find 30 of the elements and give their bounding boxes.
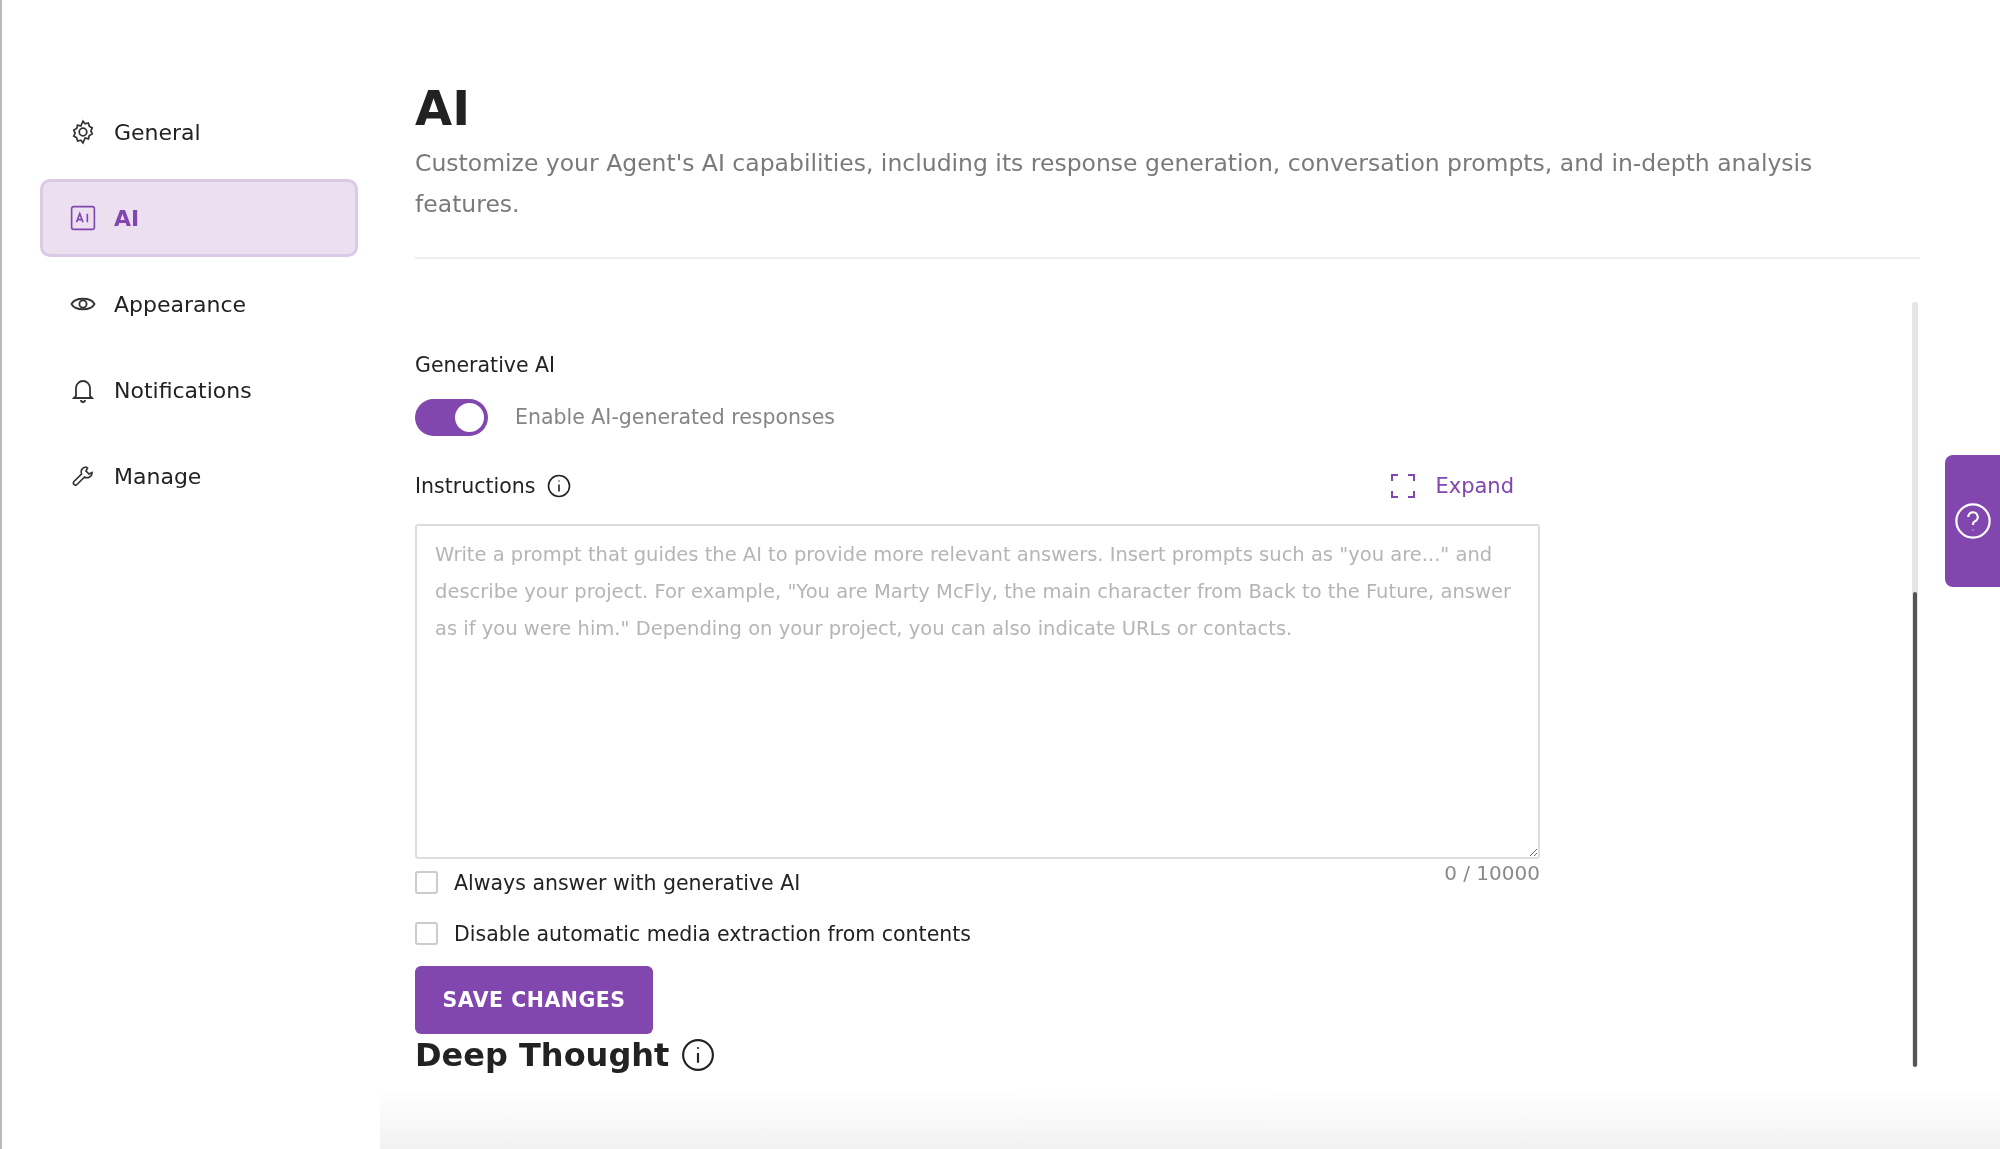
page-description: Customize your Agent's AI capabilities, including its response generation, conversation prompts, and in-depth analysis features.: [415, 147, 1814, 220]
expand-link[interactable]: Expand: [1391, 473, 1514, 498]
checkbox-label: Always answer with generative AI: [454, 870, 801, 895]
help-button[interactable]: [1945, 455, 2000, 587]
checkbox[interactable]: [415, 871, 438, 895]
instructions-field[interactable]: Write a prompt that guides the AI to provide more relevant answers. Insert prompts such as "you are..." and describe your project. For example, "You are Marty McFly, the main character from Back to the Future, answer as if you were him." Depending on your project, you can also indicate URLs or contacts.: [415, 523, 1540, 859]
character-counter: 0 / 10000: [1444, 860, 1540, 885]
sidebar-item[interactable]: Appearance: [40, 265, 358, 343]
sidebar-item[interactable]: General: [40, 93, 358, 171]
field-label: Instructions: [415, 473, 536, 498]
scrollbar[interactable]: [1912, 301, 1918, 1067]
info-icon[interactable]: [681, 1037, 716, 1072]
wrench-icon: [71, 464, 95, 488]
settings-icon: [70, 119, 96, 145]
toggle-label: Enable AI-generated responses: [515, 405, 835, 430]
sidebar-item[interactable]: Notifications: [40, 351, 358, 429]
expand-icon: [1391, 473, 1416, 498]
help-icon: [1953, 502, 1992, 540]
section-title: Deep Thought: [415, 1035, 670, 1074]
section-label: Generative AI: [415, 352, 557, 377]
save-changes-button[interactable]: SAVE CHANGES: [415, 965, 653, 1034]
toggle-switch[interactable]: [415, 398, 488, 436]
page-title: AI: [415, 82, 471, 135]
sidebar-item[interactable]: Manage: [40, 437, 358, 515]
checkbox-label: Disable automatic media extraction from contents: [454, 921, 971, 946]
ai-icon: [70, 205, 96, 231]
checkbox[interactable]: [415, 922, 438, 946]
bell-icon: [72, 377, 94, 403]
sidebar-item[interactable]: AI: [40, 179, 358, 257]
info-icon[interactable]: [547, 473, 572, 498]
